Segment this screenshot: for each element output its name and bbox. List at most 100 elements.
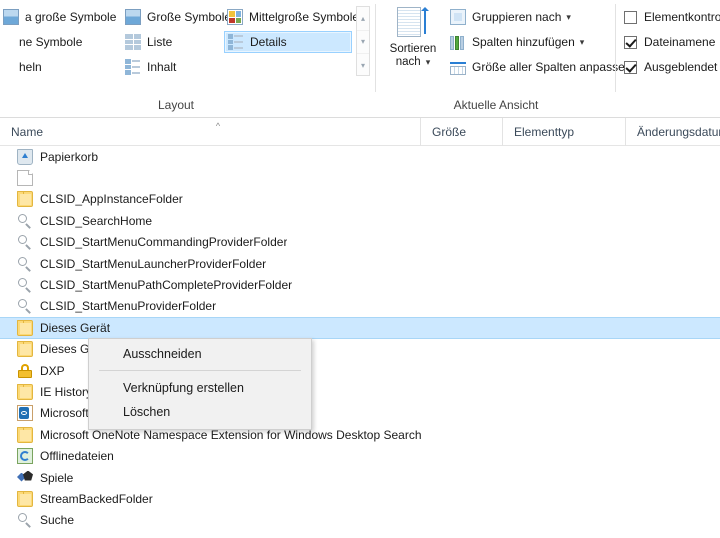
ribbon-group-show-hide: Elementkontro Dateinamene Ausgeblendet (616, 0, 720, 118)
folder-icon (17, 191, 33, 208)
ribbon-group-label-current-view: Aktuelle Ansicht (453, 98, 539, 112)
list-item-label: CLSID_SearchHome (40, 213, 153, 228)
sort-ascending-icon: ^ (215, 121, 221, 131)
checkbox-item-controls-label: Elementkontro (644, 10, 720, 24)
create-shortcut-menu-item-label: Verknüpfung erstellen (123, 381, 244, 395)
ribbon-group-label-layout: Layout (157, 98, 195, 112)
view-option-details[interactable]: Details (224, 31, 352, 53)
gallery-more-icon[interactable]: ▾ (357, 53, 369, 77)
gallery-scroll-down-icon[interactable]: ▾ (357, 29, 369, 54)
view-option-content[interactable]: Inhalt (122, 56, 222, 78)
view-option-tiles[interactable]: heln (0, 56, 120, 78)
list-item-label: CLSID_StartMenuCommandingProviderFolder (40, 235, 288, 250)
view-option-label: ne Symbole (19, 35, 83, 49)
fit-all-columns-button[interactable]: Größe aller Spalten anpassen (450, 56, 631, 78)
chevron-down-icon: ▾ (566, 11, 571, 22)
checkbox-file-name-extensions-box[interactable] (624, 35, 637, 49)
add-columns-icon (450, 34, 466, 50)
view-option-extra-large-icons[interactable]: a große Symbole (0, 6, 120, 28)
add-columns-label: Spalten hinzufügen (472, 35, 575, 49)
view-option-list[interactable]: Liste (122, 31, 222, 53)
sort-by-label-line2: nach (395, 56, 421, 68)
ribbon-group-current-view: Sortieren nach ▾ Gruppieren nach ▾ Spalte… (376, 0, 631, 118)
column-header-item-type[interactable]: Elementtyp (502, 118, 625, 146)
view-option-label: Inhalt (147, 60, 177, 74)
extra-large-icons-icon (3, 9, 19, 25)
games-icon (17, 470, 33, 486)
list-item-label: DXP (40, 363, 65, 378)
recycle-bin-icon (17, 149, 33, 166)
list-item[interactable] (0, 167, 720, 188)
group-by-icon (450, 9, 466, 25)
list-item-label: Offlinedateien (40, 449, 114, 464)
search-icon (17, 512, 33, 528)
list-item-label: CLSID_AppInstanceFolder (40, 192, 183, 207)
view-option-label: Details (250, 35, 287, 49)
content-view-icon (125, 59, 141, 75)
sort-by-icon (395, 6, 431, 40)
checkbox-file-name-extensions-label: Dateinamene (644, 35, 716, 49)
list-item[interactable]: StreamBackedFolder (0, 488, 720, 509)
create-shortcut-menu-item[interactable]: Verknüpfung erstellen (89, 376, 311, 400)
list-item[interactable]: Suche (0, 510, 720, 531)
add-columns-button[interactable]: Spalten hinzufügen ▾ (450, 31, 584, 53)
folder-icon (17, 426, 33, 443)
list-item-label: CLSID_StartMenuLauncherProviderFolder (40, 256, 267, 271)
list-item-label: CLSID_StartMenuPathCompleteProviderFolde… (40, 278, 293, 293)
list-item[interactable]: CLSID_StartMenuPathCompleteProviderFolde… (0, 274, 720, 295)
list-item[interactable]: Spiele (0, 467, 720, 488)
folder-icon (17, 341, 33, 358)
context-menu[interactable]: Ausschneiden Verknüpfung erstellen Lösch… (88, 338, 312, 430)
list-item-label: StreamBackedFolder (40, 491, 153, 506)
list-item[interactable]: CLSID_StartMenuLauncherProviderFolder (0, 253, 720, 274)
chevron-down-icon: ▾ (579, 36, 585, 47)
view-option-label: Große Symbole (147, 10, 232, 24)
column-header-date-modified-label: Änderungsdatum (637, 125, 720, 139)
checkbox-item-controls[interactable]: Elementkontro (624, 6, 720, 28)
tiles-view-icon (3, 59, 19, 75)
column-header-date-modified[interactable]: Änderungsdatum (625, 118, 720, 146)
column-header-name[interactable]: Name (0, 118, 420, 146)
cut-menu-item[interactable]: Ausschneiden (89, 342, 311, 366)
ribbon: a große Symbole Große Symbole Mittelgroß… (0, 0, 720, 118)
checkbox-file-name-extensions[interactable]: Dateinamene (624, 31, 715, 53)
view-layout-gallery[interactable]: a große Symbole Große Symbole Mittelgroß… (0, 6, 359, 82)
view-option-medium-icons[interactable]: Mittelgroße Symbole (224, 6, 359, 28)
list-item[interactable]: CLSID_StartMenuCommandingProviderFolder (0, 232, 720, 253)
checkbox-item-controls-box[interactable] (624, 10, 637, 24)
list-item-selected[interactable]: Dieses Gerät (0, 317, 720, 339)
context-menu-separator (99, 370, 301, 371)
group-by-button[interactable]: Gruppieren nach ▾ (450, 6, 571, 28)
folder-icon (17, 490, 33, 507)
gallery-scroll-up-icon[interactable]: ▴ (357, 7, 369, 30)
large-icons-icon (125, 9, 141, 25)
column-header-size[interactable]: Größe (420, 118, 502, 146)
checkbox-hidden-items-box[interactable] (624, 60, 637, 74)
list-item-label: Dieses Gerät (40, 320, 111, 335)
checkbox-hidden-items-label: Ausgeblendet (644, 60, 718, 74)
view-gallery-scroll[interactable]: ▴ ▾ ▾ (356, 6, 370, 76)
small-icons-icon (3, 34, 19, 50)
ribbon-group-layout: a große Symbole Große Symbole Mittelgroß… (0, 0, 376, 118)
list-item[interactable]: Papierkorb (0, 146, 720, 167)
column-header-name-label: Name (11, 125, 44, 139)
fit-all-columns-label: Größe aller Spalten anpassen (472, 60, 632, 74)
list-item[interactable]: CLSID_AppInstanceFolder (0, 189, 720, 210)
file-explorer-window: a große Symbole Große Symbole Mittelgroß… (0, 0, 720, 538)
search-icon (17, 298, 33, 314)
list-item-label: CLSID_StartMenuProviderFolder (40, 299, 217, 314)
blank-document-icon (17, 170, 33, 187)
checkbox-hidden-items[interactable]: Ausgeblendet (624, 56, 717, 78)
search-icon (17, 277, 33, 293)
chevron-down-icon: ▾ (425, 57, 431, 67)
view-option-small-icons[interactable]: ne Symbole (0, 31, 120, 53)
list-item[interactable]: CLSID_StartMenuProviderFolder (0, 296, 720, 317)
search-icon (17, 256, 33, 272)
list-item[interactable]: CLSID_SearchHome (0, 210, 720, 231)
delete-menu-item[interactable]: Löschen (89, 400, 311, 424)
list-item-label: Papierkorb (40, 149, 99, 164)
view-option-large-icons[interactable]: Große Symbole (122, 6, 231, 28)
list-item[interactable]: Offlinedateien (0, 445, 720, 466)
search-icon (17, 234, 33, 250)
sort-by-button[interactable]: Sortieren nach ▾ (382, 4, 444, 78)
